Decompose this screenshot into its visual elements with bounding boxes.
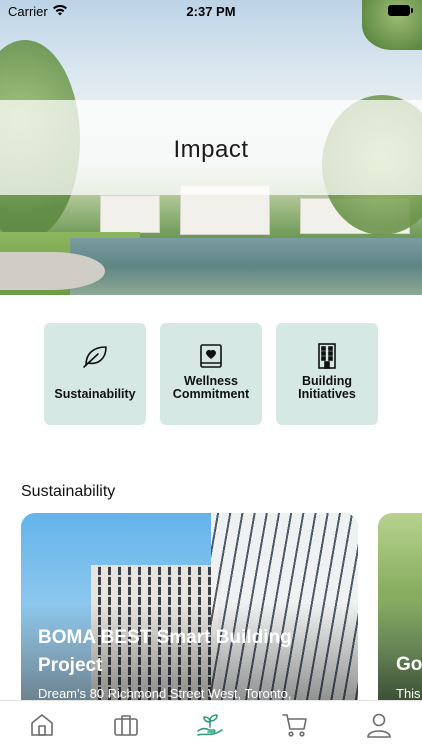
category-label: Sustainability	[54, 387, 136, 401]
card-title: BOMA BEST Smart Building Project	[38, 627, 292, 676]
battery-icon	[388, 5, 413, 16]
status-bar: Carrier 2:37 PM	[0, 0, 422, 22]
page-title: Impact	[173, 136, 249, 163]
clock: 2:37 PM	[186, 4, 236, 19]
hero-pond	[70, 238, 422, 295]
person-icon	[367, 713, 391, 738]
cart-icon	[282, 714, 307, 737]
building-icon	[318, 343, 336, 369]
hero-banner: Impact	[0, 0, 422, 295]
card-subtitle: Dream's 80 Richmond Street West, Toronto…	[38, 686, 292, 701]
briefcase-icon	[114, 715, 138, 736]
tab-bar	[0, 700, 422, 750]
tab-impact[interactable]	[196, 711, 224, 739]
plant-hand-icon	[197, 714, 223, 736]
project-card[interactable]: BOMA BEST Smart Building Project Dream's…	[21, 513, 358, 713]
home-icon	[31, 714, 53, 736]
card-subtitle: This	[396, 686, 421, 701]
hero-building	[100, 195, 160, 233]
tab-cart[interactable]	[281, 711, 309, 739]
project-card[interactable]: Go This	[378, 513, 422, 713]
tab-portfolio[interactable]	[112, 711, 140, 739]
heart-book-icon	[200, 344, 222, 368]
leaf-icon	[83, 346, 107, 368]
card-title: Go	[396, 654, 422, 675]
tab-home[interactable]	[28, 711, 56, 739]
section-title: Sustainability	[21, 483, 116, 500]
category-label: Building Initiatives	[298, 374, 356, 401]
category-wellness-button[interactable]: Wellness Commitment	[160, 323, 262, 425]
hero-path	[0, 252, 105, 290]
category-building-button[interactable]: Building Initiatives	[276, 323, 378, 425]
category-label: Wellness Commitment	[172, 374, 250, 401]
category-sustainability-button[interactable]: Sustainability	[44, 323, 146, 425]
tab-profile[interactable]	[365, 711, 393, 739]
